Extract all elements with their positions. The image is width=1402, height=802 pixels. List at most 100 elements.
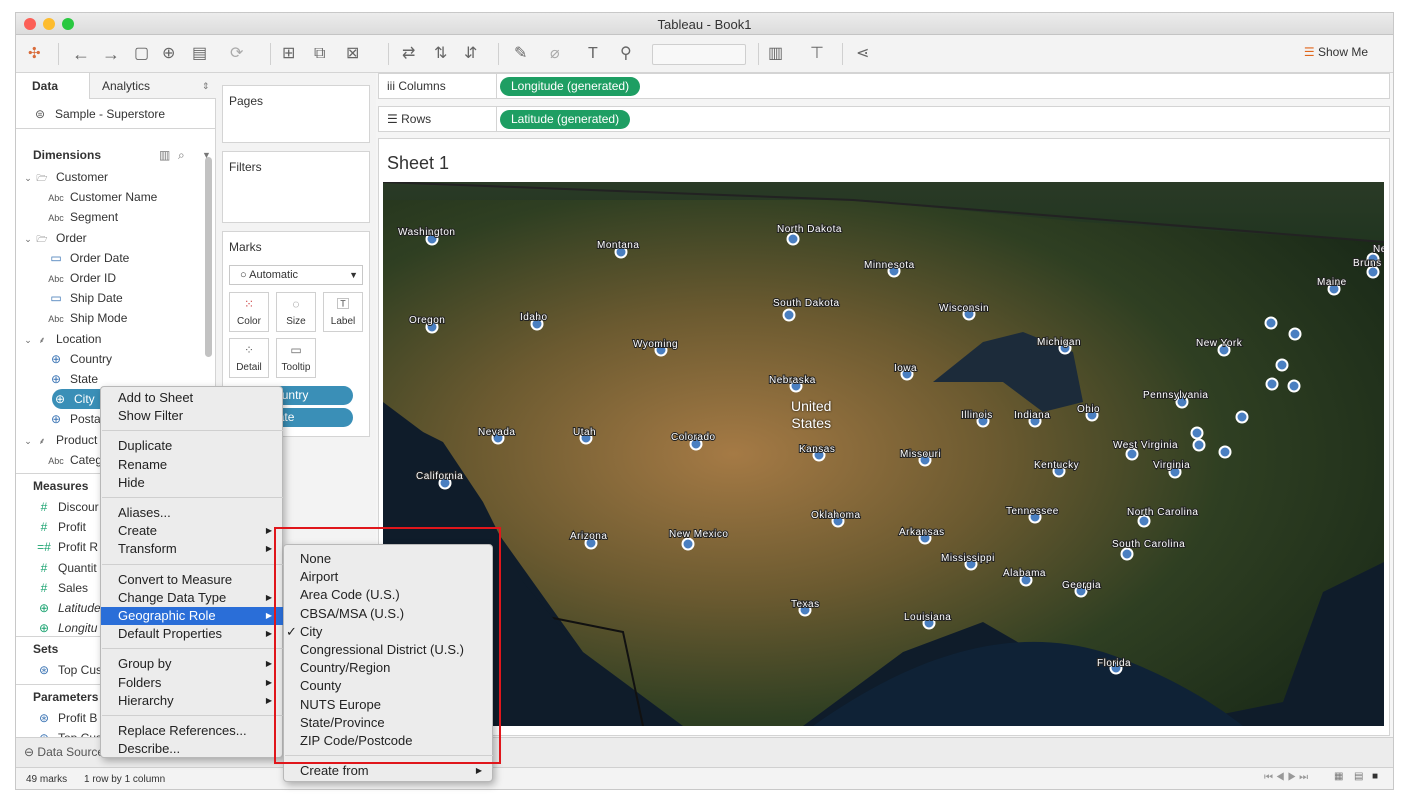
- dimension-item[interactable]: ⌄ 🗁 Customer: [22, 167, 108, 187]
- sort-descending-icon[interactable]: ⇵: [464, 44, 477, 64]
- context-menu-item[interactable]: Geographic Role ▶: [101, 607, 284, 625]
- rows-shelf[interactable]: ☰ Rows Latitude (generated): [378, 106, 1390, 132]
- filmstrip-view-icon[interactable]: ▤: [1354, 771, 1363, 782]
- map-view[interactable]: Washington Montana North Dakota Minnesota Ne…: [383, 182, 1384, 726]
- measure-item[interactable]: # Sales: [36, 578, 88, 598]
- chevron-down-icon[interactable]: ⌄: [22, 229, 34, 249]
- view-icon[interactable]: ▥: [159, 143, 170, 167]
- fit-dropdown[interactable]: [652, 44, 746, 65]
- context-menu-item[interactable]: Transform ▶: [101, 540, 284, 558]
- tab-data[interactable]: Data: [16, 73, 90, 99]
- context-menu-item[interactable]: Describe...: [101, 740, 284, 758]
- search-icon[interactable]: ⌕: [178, 143, 185, 167]
- measure-item[interactable]: # Quantit: [36, 558, 97, 578]
- dimension-item[interactable]: Abc Segment: [48, 207, 118, 227]
- mark-button-size[interactable]: ◌ Size: [276, 292, 316, 332]
- measure-item[interactable]: ⊕ Latitude: [36, 598, 101, 618]
- group-icon[interactable]: ⌀: [550, 44, 560, 64]
- filters-card[interactable]: Filters: [222, 151, 370, 223]
- tab-menu-icon[interactable]: ⇕: [202, 73, 210, 99]
- columns-pill[interactable]: Longitude (generated): [500, 77, 641, 96]
- measure-item[interactable]: # Discour: [36, 497, 99, 517]
- context-menu-item[interactable]: Folders ▶: [101, 674, 284, 692]
- map-mark[interactable]: [786, 232, 800, 246]
- chevron-down-icon[interactable]: ⌄: [22, 168, 34, 188]
- geo-role-item[interactable]: State/Province: [284, 714, 494, 732]
- tab-analytics[interactable]: Analytics: [102, 73, 212, 99]
- dimension-item[interactable]: ▭ Order Date: [48, 248, 129, 268]
- map-mark[interactable]: [681, 537, 695, 551]
- map-mark[interactable]: [1264, 316, 1278, 330]
- geo-role-item[interactable]: Airport: [284, 568, 494, 586]
- dimension-item[interactable]: ⌄ ⸙ Product: [22, 430, 97, 450]
- dimension-item[interactable]: ⌄ 🗁 Order: [22, 228, 86, 249]
- map-mark[interactable]: [1120, 547, 1134, 561]
- map-mark[interactable]: [1287, 379, 1301, 393]
- highlight-icon[interactable]: ✎: [514, 44, 527, 64]
- share-icon[interactable]: ⋖: [856, 44, 869, 64]
- create-from-item[interactable]: Create from ▶: [284, 762, 494, 780]
- geo-role-item[interactable]: ✓ City: [284, 623, 494, 641]
- page-nav-icon[interactable]: ⏮ ◀ ▶ ⏭: [1264, 772, 1308, 783]
- map-mark[interactable]: [782, 308, 796, 322]
- show-mark-labels-icon[interactable]: T: [588, 44, 598, 64]
- geo-role-item[interactable]: None: [284, 550, 494, 568]
- datasource-item[interactable]: ⊜ Sample - Superstore: [16, 99, 216, 129]
- tableau-logo-icon[interactable]: ✣: [28, 44, 41, 64]
- parameter-item[interactable]: ⊛ Profit B: [36, 708, 97, 728]
- context-menu-item[interactable]: Replace References...: [101, 722, 284, 740]
- geo-role-item[interactable]: Area Code (U.S.): [284, 586, 494, 604]
- dimension-item[interactable]: ⌄ ⸙ Location: [22, 329, 101, 349]
- map-mark[interactable]: [1235, 410, 1249, 424]
- swap-icon[interactable]: ⇄: [402, 44, 415, 64]
- geo-role-item[interactable]: Congressional District (U.S.): [284, 641, 494, 659]
- geo-role-item[interactable]: NUTS Europe: [284, 696, 494, 714]
- measure-item[interactable]: # Profit: [36, 517, 86, 537]
- columns-shelf[interactable]: iii Columns Longitude (generated): [378, 73, 1390, 99]
- dimension-item[interactable]: Abc Categ: [48, 450, 102, 470]
- new-worksheet-icon[interactable]: ⊞: [282, 44, 295, 64]
- pause-updates-icon[interactable]: ▤: [192, 44, 207, 64]
- context-menu-item[interactable]: Hide: [101, 474, 284, 492]
- tab-data-source[interactable]: ⊖ Data Source: [16, 738, 104, 767]
- geo-role-item[interactable]: CBSA/MSA (U.S.): [284, 605, 494, 623]
- dimension-item[interactable]: ⊕ Posta: [48, 409, 101, 429]
- show-cards-icon[interactable]: ▥: [768, 44, 783, 64]
- grid-view-icon[interactable]: ▦: [1334, 771, 1343, 782]
- tabs-view-icon[interactable]: ■: [1372, 771, 1378, 782]
- data-pane-scrollbar[interactable]: [205, 157, 212, 357]
- context-menu-item[interactable]: Add to Sheet: [101, 389, 284, 407]
- dimension-item[interactable]: Abc Customer Name: [48, 187, 157, 207]
- context-menu-item[interactable]: Create ▶: [101, 522, 284, 540]
- measure-item[interactable]: =# Profit R: [36, 537, 98, 557]
- mark-button-color[interactable]: ⁙ Color: [229, 292, 269, 332]
- context-menu-item[interactable]: Change Data Type ▶: [101, 589, 284, 607]
- map-mark[interactable]: [1265, 377, 1279, 391]
- context-menu-item[interactable]: Rename: [101, 456, 284, 474]
- presentation-icon[interactable]: ⊤: [810, 44, 824, 64]
- context-menu-item[interactable]: Group by ▶: [101, 655, 284, 673]
- dimension-item[interactable]: Abc Ship Mode: [48, 308, 127, 328]
- save-icon[interactable]: ▢: [134, 44, 149, 64]
- context-menu-item[interactable]: Convert to Measure: [101, 571, 284, 589]
- context-menu-item[interactable]: Hierarchy ▶: [101, 692, 284, 710]
- duplicate-sheet-icon[interactable]: ⧉: [314, 44, 325, 64]
- new-datasource-icon[interactable]: ⊕: [162, 44, 175, 64]
- map-mark[interactable]: [1192, 438, 1206, 452]
- map-mark[interactable]: [1288, 327, 1302, 341]
- dimension-item[interactable]: Abc Order ID: [48, 268, 116, 288]
- undo-icon[interactable]: ←: [72, 44, 90, 64]
- mark-button-label[interactable]: 🅃 Label: [323, 292, 363, 332]
- sort-ascending-icon[interactable]: ⇅: [434, 44, 447, 64]
- context-menu-item[interactable]: Show Filter: [101, 407, 284, 425]
- dimension-item[interactable]: ⊕ State: [48, 369, 98, 389]
- clear-sheet-icon[interactable]: ⊠: [346, 44, 359, 64]
- dimension-item[interactable]: ⊕ Country: [48, 349, 112, 369]
- chevron-down-icon[interactable]: ⌄: [22, 330, 34, 350]
- fix-axes-icon[interactable]: ⚲: [620, 44, 632, 64]
- chevron-down-icon[interactable]: ⌄: [22, 431, 34, 451]
- rows-pill[interactable]: Latitude (generated): [500, 110, 631, 129]
- pages-card[interactable]: Pages: [222, 85, 370, 143]
- map-mark[interactable]: [1275, 358, 1289, 372]
- set-item[interactable]: ⊛ Top Cus: [36, 660, 102, 680]
